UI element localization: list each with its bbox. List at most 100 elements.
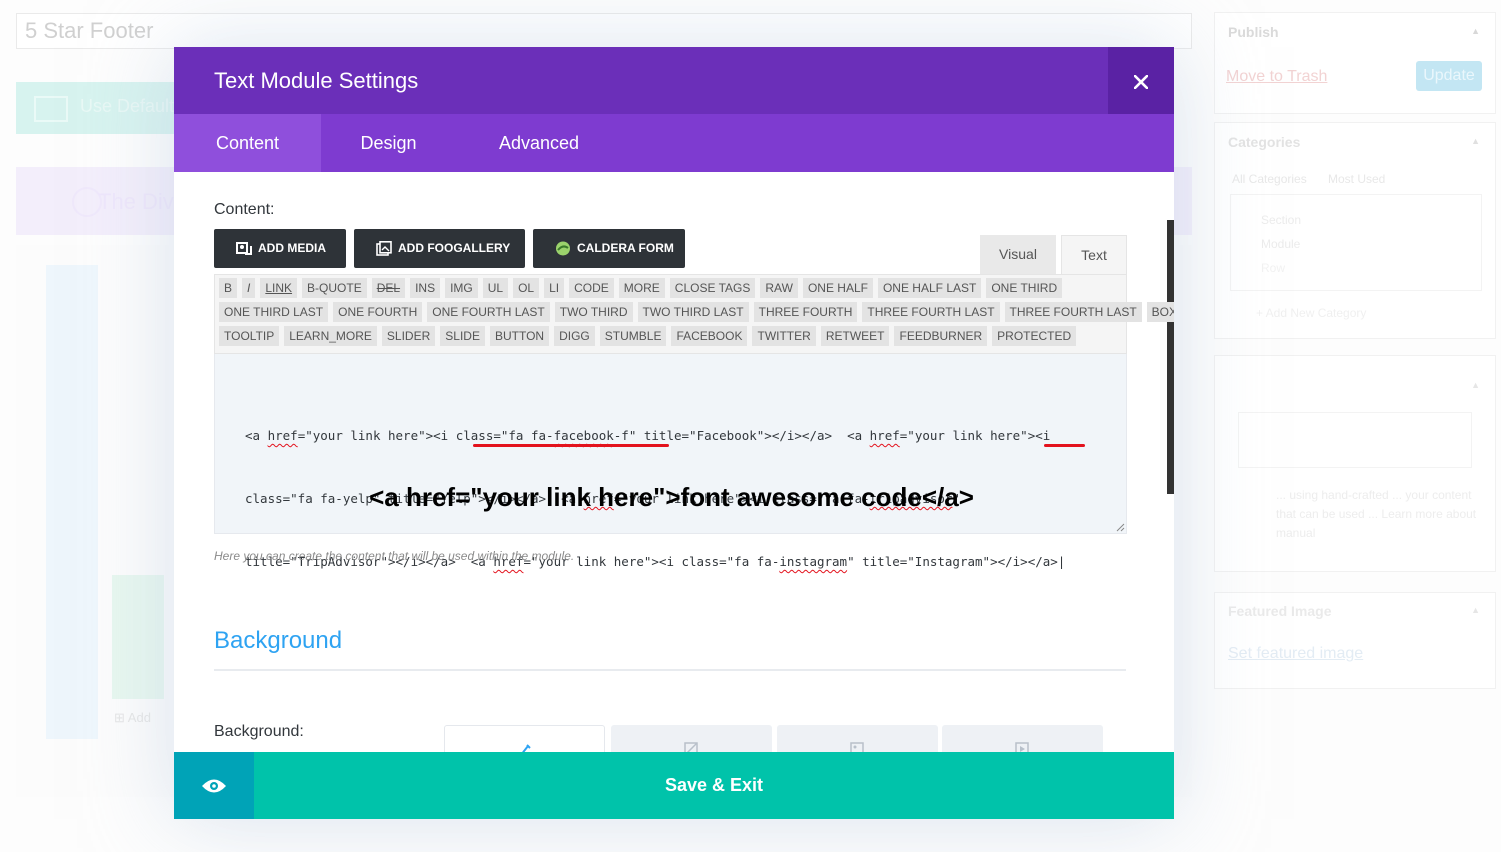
quicktag-button[interactable]: RAW: [760, 278, 798, 298]
modal-tabs: Content Design Advanced: [174, 114, 1174, 172]
excerpt-textarea[interactable]: [1238, 412, 1472, 468]
quicktag-button[interactable]: UL: [482, 278, 509, 298]
cat-tab-most-used[interactable]: Most Used: [1328, 172, 1385, 186]
close-button[interactable]: [1108, 47, 1174, 114]
quicktag-button[interactable]: LI: [544, 278, 565, 298]
quicktag-button[interactable]: TWO THIRD: [554, 302, 633, 322]
editor-tab-text[interactable]: Text: [1061, 235, 1127, 274]
divi-builder-label: The Divi: [98, 189, 179, 214]
tab-design[interactable]: Design: [341, 114, 436, 172]
quicktag-button[interactable]: CLOSE TAGS: [669, 278, 756, 298]
quicktag-button[interactable]: SLIDER: [381, 326, 436, 346]
quicktag-button[interactable]: CODE: [569, 278, 614, 298]
media-icon: [236, 242, 252, 255]
use-default-editor-button[interactable]: Use Default: [16, 82, 176, 134]
collapse-icon[interactable]: ▲: [1471, 136, 1480, 146]
quicktag-button[interactable]: FACEBOOK: [671, 326, 748, 346]
cat-tab-all[interactable]: All Categories: [1232, 172, 1307, 186]
quicktags-toolbar: B I LINK B-QUOTE DEL INS IMG UL OL LI CODE MORE CLOS…: [214, 274, 1174, 354]
quicktag-button[interactable]: STUMBLE: [599, 326, 667, 346]
add-new-category-link[interactable]: + Add New Category: [1256, 306, 1366, 320]
caldera-icon: [556, 241, 570, 256]
quicktag-button[interactable]: PROTECTED: [992, 326, 1077, 346]
quicktag-button[interactable]: THREE FOURTH LAST: [1004, 302, 1142, 322]
quicktag-button[interactable]: ONE HALF: [802, 278, 873, 298]
background-image-option[interactable]: [777, 725, 938, 752]
quicktag-button[interactable]: TOOLTIP: [219, 326, 280, 346]
background-section-title[interactable]: Background: [214, 627, 342, 655]
quicktag-button[interactable]: B: [219, 278, 238, 298]
modal-scrollbar[interactable]: [1167, 220, 1174, 494]
quicktags-row: ONE THIRD LAST ONE FOURTH ONE FOURTH LAST T…: [219, 302, 1174, 322]
background-color-option[interactable]: [444, 725, 605, 752]
editor-tab-visual[interactable]: Visual: [980, 235, 1056, 274]
collapse-icon[interactable]: ▲: [1471, 605, 1480, 615]
collapse-icon[interactable]: ▲: [1471, 26, 1480, 36]
featured-image-content: Featured Image ▲ Set featured image: [1216, 595, 1494, 685]
quicktag-button[interactable]: ONE FOURTH LAST: [427, 302, 550, 322]
annotation-underline-href: [473, 444, 669, 447]
add-foogallery-button[interactable]: ADD FOOGALLERY: [354, 229, 525, 268]
code-token: instagram: [779, 554, 848, 569]
quicktag-button[interactable]: ONE HALF LAST: [877, 278, 982, 298]
caldera-form-button[interactable]: CALDERA FORM: [533, 229, 685, 268]
add-module-link[interactable]: ⊞ Add: [114, 710, 151, 726]
builder-column: [46, 265, 98, 739]
quicktag-button[interactable]: INS: [410, 278, 441, 298]
resize-handle-icon[interactable]: [1116, 523, 1125, 532]
category-item[interactable]: Section: [1261, 213, 1301, 227]
quicktag-button[interactable]: ONE THIRD LAST: [219, 302, 329, 322]
post-title-input[interactable]: 5 Star Footer: [16, 13, 1192, 49]
close-icon: [1133, 74, 1149, 90]
background-video-option[interactable]: [942, 725, 1103, 752]
quicktag-button[interactable]: THREE FOURTH LAST: [862, 302, 1000, 322]
modal-title: Text Module Settings: [214, 68, 419, 93]
quicktag-button[interactable]: BUTTON: [489, 326, 550, 346]
move-to-trash-link[interactable]: Move to Trash: [1226, 68, 1327, 86]
publish-box-content: Publish ▲ Move to Trash Update: [1216, 14, 1494, 110]
content-label: Content:: [214, 201, 275, 218]
preview-button[interactable]: [174, 752, 254, 819]
code-line-1: <a href="your link here"><i class="fa fa…: [245, 428, 1051, 443]
quicktag-button[interactable]: LEARN_MORE: [284, 326, 377, 346]
update-button[interactable]: Update: [1416, 61, 1482, 91]
quicktag-button[interactable]: SLIDE: [440, 326, 485, 346]
quicktag-button[interactable]: TWITTER: [752, 326, 816, 346]
background-gradient-option[interactable]: [611, 725, 772, 752]
quicktag-button[interactable]: IMG: [445, 278, 478, 298]
set-featured-image-link[interactable]: Set featured image: [1228, 645, 1363, 663]
text-editor-textarea[interactable]: <a href="your link here"><i class="fa fa…: [214, 354, 1127, 569]
featured-image-title: Featured Image: [1228, 603, 1332, 619]
modal-footer: Save & Exit: [174, 752, 1174, 819]
quicktag-button[interactable]: DIGG: [554, 326, 595, 346]
quicktag-button[interactable]: LINK: [260, 278, 298, 298]
category-item[interactable]: Row: [1261, 261, 1285, 275]
section-divider: [214, 669, 1126, 671]
add-media-button[interactable]: ADD MEDIA: [214, 229, 346, 268]
tab-advanced[interactable]: Advanced: [480, 114, 598, 172]
quicktag-button[interactable]: ONE THIRD: [986, 278, 1063, 298]
quicktag-button[interactable]: FEEDBURNER: [894, 326, 988, 346]
quicktag-button[interactable]: RETWEET: [820, 326, 890, 346]
image-icon: [850, 742, 864, 752]
quicktag-button[interactable]: B-QUOTE: [302, 278, 367, 298]
use-default-label: Use Default: [80, 96, 175, 116]
code-token: href: [869, 428, 900, 443]
gallery-icon: [376, 241, 392, 256]
quicktag-button[interactable]: DEL: [371, 278, 406, 298]
category-item[interactable]: Module: [1261, 237, 1300, 251]
add-module-label: Add: [127, 710, 151, 725]
save-exit-button[interactable]: Save & Exit: [254, 752, 1174, 819]
quicktag-button[interactable]: BOX: [1146, 302, 1174, 322]
content-help-text: Here you can create the content that wil…: [214, 549, 575, 563]
quicktag-button[interactable]: MORE: [618, 278, 665, 298]
quicktags-row: TOOLTIP LEARN_MORE SLIDER SLIDE BUTTON DIGG ST…: [219, 326, 1077, 346]
gradient-icon: [684, 742, 698, 752]
quicktag-button[interactable]: ONE FOURTH: [333, 302, 423, 322]
quicktag-button[interactable]: OL: [513, 278, 540, 298]
quicktag-button[interactable]: THREE FOURTH: [753, 302, 858, 322]
collapse-icon[interactable]: ▲: [1471, 380, 1480, 390]
quicktag-button[interactable]: TWO THIRD LAST: [637, 302, 749, 322]
quicktag-button[interactable]: I: [242, 278, 256, 298]
tab-content[interactable]: Content: [174, 114, 321, 172]
